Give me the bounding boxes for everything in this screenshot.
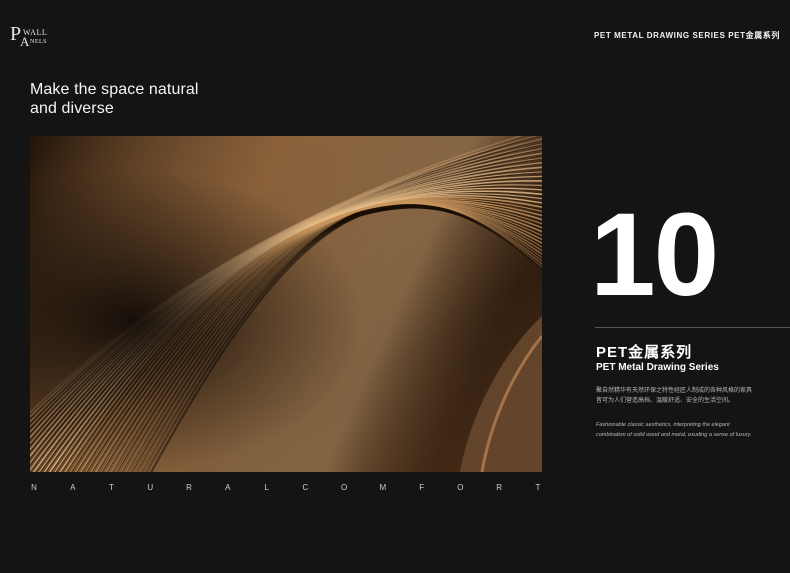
page-number: 10 xyxy=(590,189,719,321)
spaced-letter: T xyxy=(535,483,541,492)
spaced-letter: M xyxy=(379,483,387,492)
series-description-en: Fashionable classic aesthetics, interpre… xyxy=(596,422,752,438)
logo-nels: NELS xyxy=(30,39,47,45)
metal-wave-image xyxy=(30,136,542,472)
series-title-en: PET Metal Drawing Series xyxy=(596,362,719,373)
spaced-letter: A xyxy=(70,483,76,492)
spaced-letter: F xyxy=(419,483,425,492)
spaced-letter: L xyxy=(264,483,269,492)
natural-comfort-spaced-text: NATURALCOMFORT xyxy=(30,483,542,492)
spaced-letter: O xyxy=(457,483,464,492)
headline-line-2: and diverse xyxy=(30,100,114,117)
spaced-letter: N xyxy=(31,483,37,492)
series-title-cn: PET金属系列 xyxy=(596,344,693,361)
spaced-letter: R xyxy=(496,483,503,492)
brand-logo: P WALL A NELS xyxy=(10,24,52,49)
series-description-cn: 聚自然精华有天然环保之特性经匠人制成的各种风格的家具皆可为人们营造高档、温暖舒适… xyxy=(596,388,753,404)
spaced-letter: A xyxy=(225,483,231,492)
spaced-letter: R xyxy=(186,483,192,492)
headline-line-1: Make the space natural xyxy=(30,81,199,98)
page-headline: Make the space natural and diverse xyxy=(30,80,199,118)
spaced-letter: O xyxy=(341,483,348,492)
spaced-letter: U xyxy=(147,483,154,492)
metal-wave-photo xyxy=(30,136,542,472)
header-series-label: PET METAL DRAWING SERIES PET金属系列 xyxy=(593,31,780,40)
logo-letter-a: A xyxy=(20,34,30,49)
divider-line xyxy=(595,327,790,328)
spaced-letter: C xyxy=(302,483,309,492)
spaced-letter: T xyxy=(109,483,114,492)
